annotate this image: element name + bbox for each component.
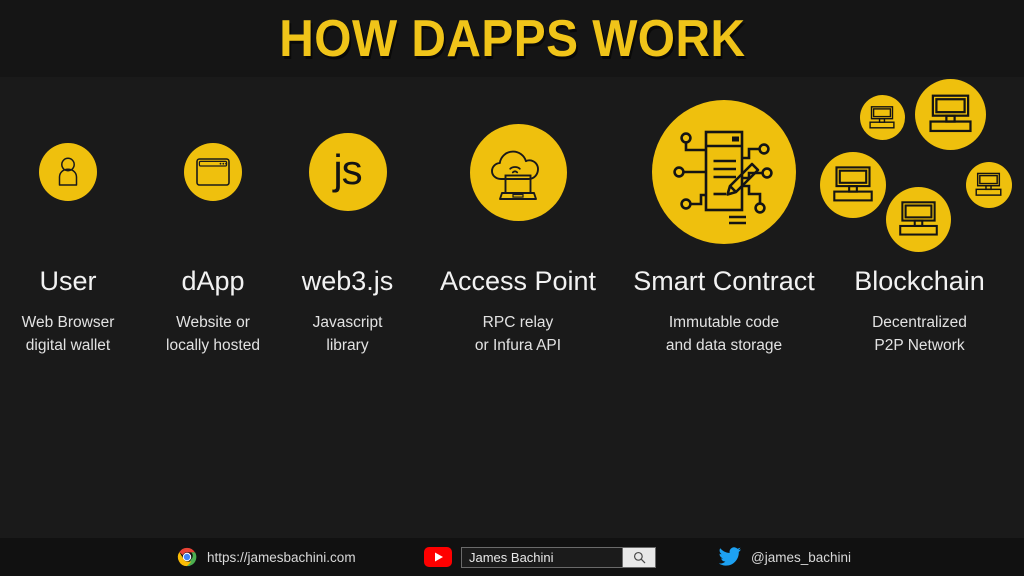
step-desc-line1: RPC relay [482,314,554,332]
computer-icon [975,172,1002,196]
footer-twitter[interactable]: @james_bachini [718,538,851,576]
step-desc-line2: library [326,336,369,354]
twitter-handle: @james_bachini [751,549,852,565]
search-icon [633,551,645,563]
flow-step-smart-contract: Smart Contract Immutable code and data s… [615,77,833,357]
header-band: HOW DAPPS WORK [0,0,1024,77]
user-circle [39,143,97,201]
cloud-computer-icon [491,150,539,200]
smart-contract-icon-area [615,77,833,267]
step-desc-line2: digital wallet [25,336,111,354]
step-desc-line2: P2P Network [874,336,965,354]
step-label-user: User [39,266,97,296]
step-desc-dapp: Website or locally hosted [143,312,283,357]
network-node-large-left [819,152,886,218]
flow-step-user: User Web Browser digital wallet [0,77,136,357]
step-label-dapp: dApp [181,266,245,296]
smart-contract-circle [652,100,796,244]
youtube-search-box[interactable]: James Bachini [461,546,656,568]
access-point-icon-area [424,77,612,267]
step-desc-line1: Immutable code [668,314,780,332]
dapp-icon-area [143,77,283,267]
dapp-circle [184,143,242,201]
step-desc-line2: and data storage [665,336,783,354]
step-desc-smart-contract: Immutable code and data storage [615,312,833,357]
browser-window-icon [196,158,230,186]
network-node-large-top-right [914,79,986,150]
computer-icon [832,166,873,202]
contract-circuit-icon [673,130,773,225]
step-desc-user: Web Browser digital wallet [0,312,136,357]
person-icon [58,157,78,186]
access-point-circle [469,123,567,221]
step-label-web3js: web3.js [301,266,394,296]
web3js-icon-area: js [281,77,414,267]
blockchain-icon-area [815,77,1024,267]
footer-band: https://jamesbachini.com James Bachini @… [0,538,1024,576]
website-url: https://jamesbachini.com [207,549,356,565]
network-node-bottom-center [885,187,951,252]
footer-youtube[interactable]: James Bachini [424,538,656,576]
flow-step-blockchain: Blockchain Decentralized P2P Network [815,77,1024,357]
network-node-small-top [859,95,905,140]
twitter-bird-icon [718,547,741,566]
step-desc-line1: Decentralized [872,314,967,332]
youtube-search-button[interactable] [622,547,655,567]
step-desc-web3js: Javascript library [281,312,414,357]
diagram-stage: User Web Browser digital wallet dApp Web… [0,77,1024,538]
computer-icon [898,201,938,236]
step-desc-line2: or Infura API [474,336,562,354]
computer-icon [928,94,972,133]
network-nodes-icon [819,77,1020,267]
chrome-icon [177,547,197,567]
network-node-small-right [965,162,1012,208]
step-label-blockchain: Blockchain [854,266,985,296]
step-label-smart-contract: Smart Contract [633,266,815,296]
computer-icon [869,105,895,128]
step-desc-line1: Javascript [312,314,383,332]
youtube-icon [424,547,452,567]
step-desc-blockchain: Decentralized P2P Network [815,312,1024,357]
youtube-search-input[interactable]: James Bachini [462,548,622,567]
footer-website[interactable]: https://jamesbachini.com [176,538,356,576]
flow-step-web3js: js web3.js Javascript library [281,77,414,357]
user-icon-area [0,77,136,267]
step-desc-line1: Web Browser [21,314,115,332]
web3js-circle: js [308,133,387,211]
step-desc-line1: Website or [176,314,250,332]
step-desc-line2: locally hosted [166,336,260,354]
step-desc-access-point: RPC relay or Infura API [424,312,612,357]
flow-step-access-point: Access Point RPC relay or Infura API [424,77,612,357]
page-title: HOW DAPPS WORK [278,9,746,68]
js-text-icon: js [333,146,362,193]
step-label-access-point: Access Point [439,266,597,296]
flow-step-dapp: dApp Website or locally hosted [143,77,283,357]
